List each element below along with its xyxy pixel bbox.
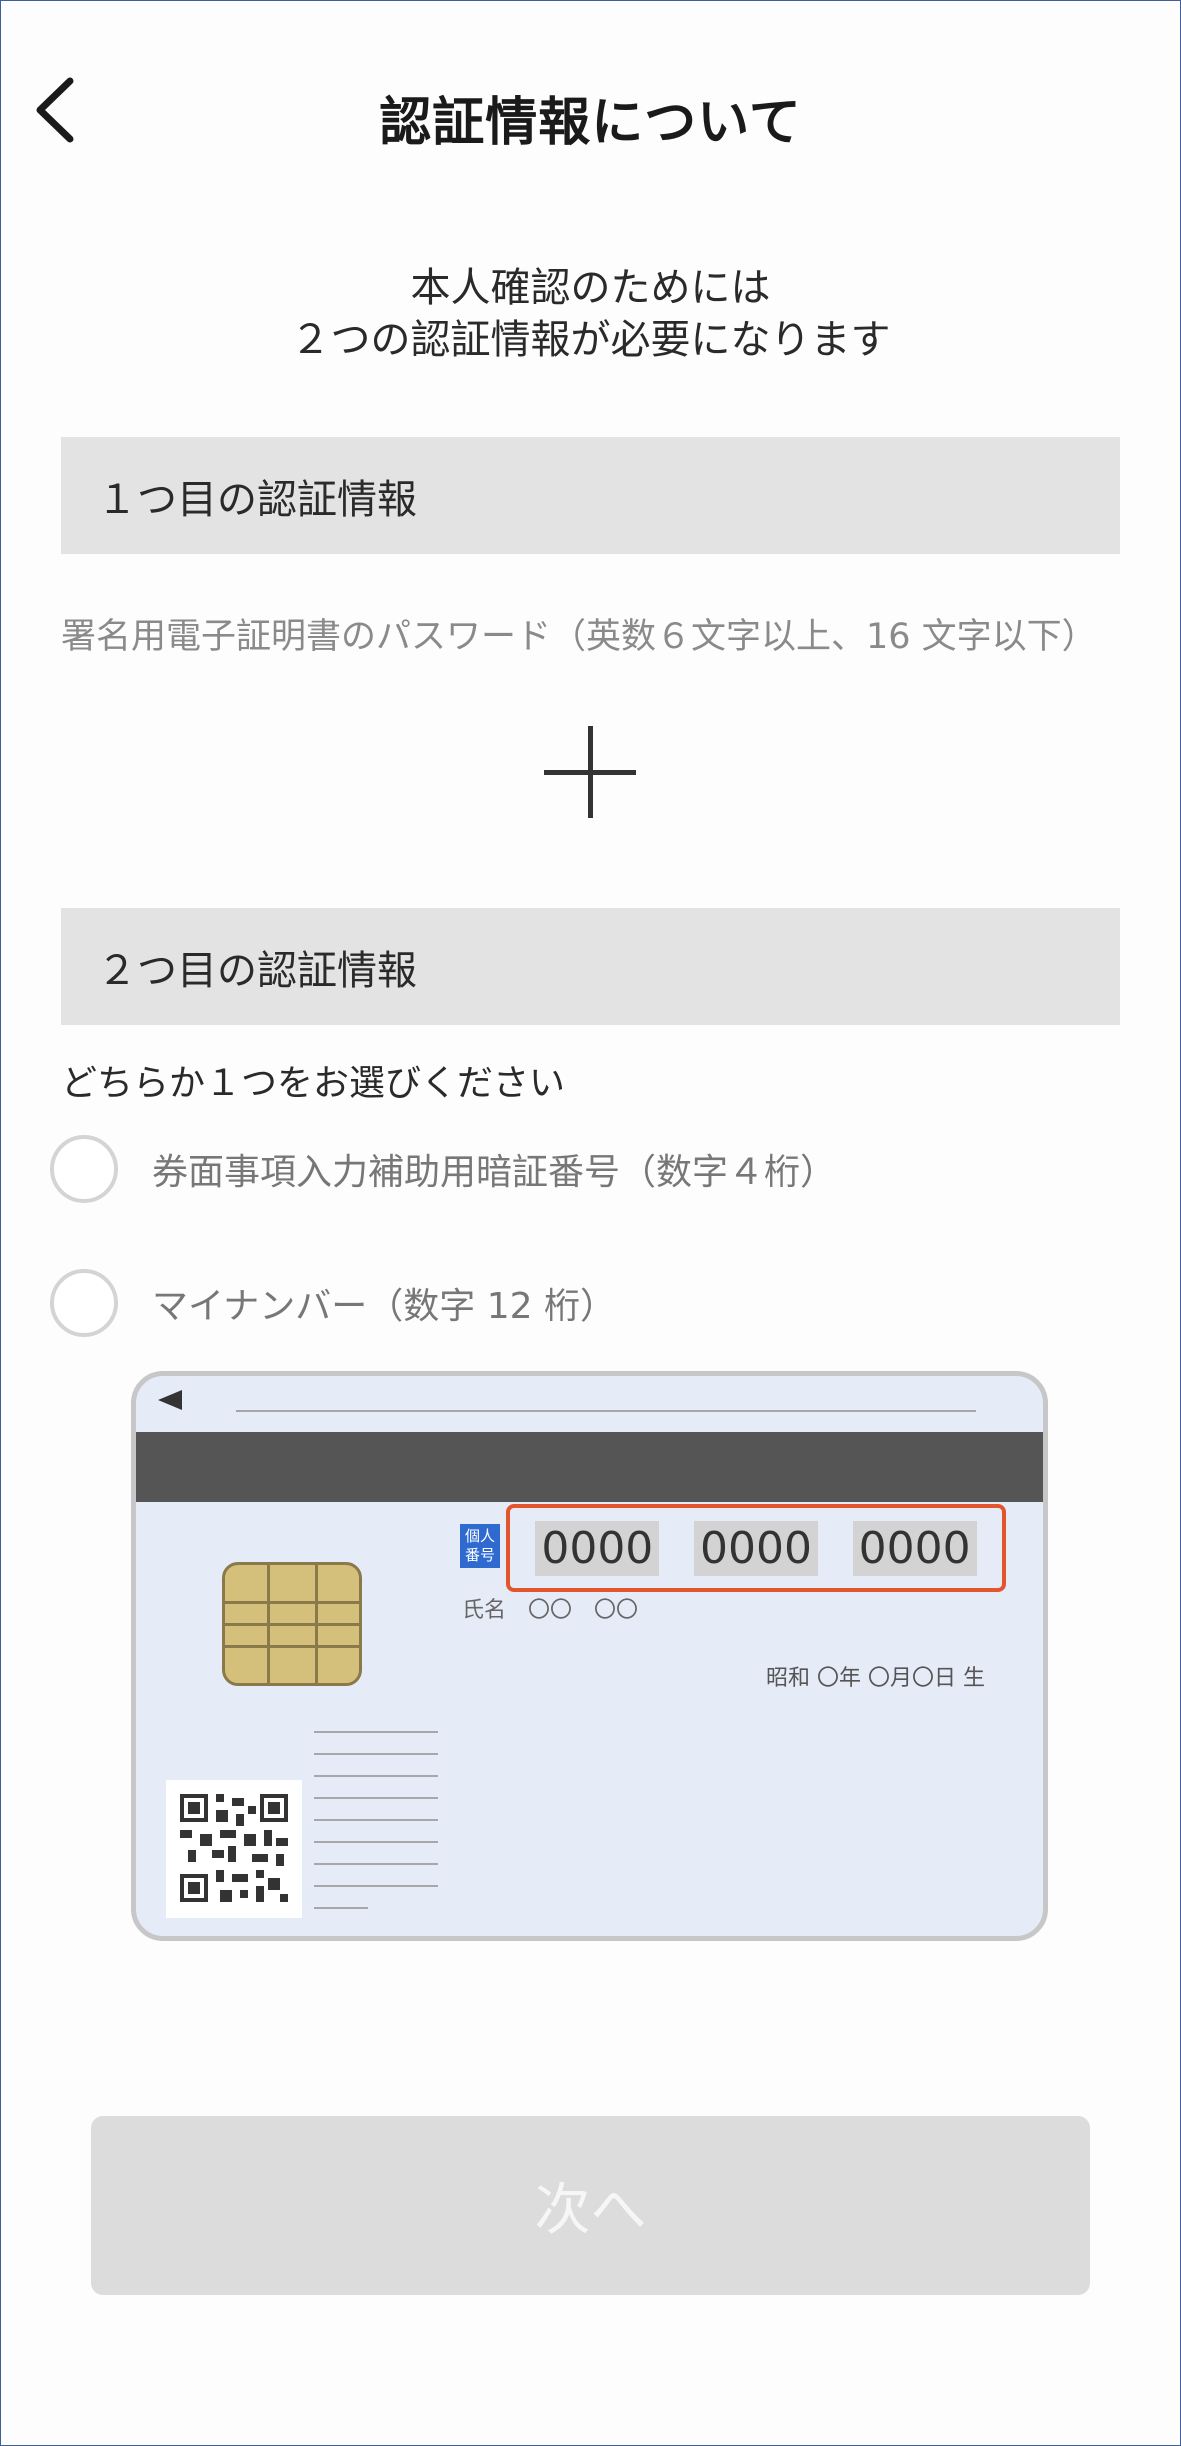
intro-line-1: 本人確認のためには [410, 265, 771, 311]
triangle-left-icon [158, 1390, 182, 1410]
qr-code-icon [166, 1780, 302, 1918]
card-number-highlight: 0000 0000 0000 [506, 1504, 1006, 1592]
number-segment: 0000 [852, 1520, 977, 1576]
option-pin-4-digit[interactable]: 券面事項入力補助用暗証番号（数字４桁） [50, 1135, 836, 1203]
badge-line-1: 個人 [464, 1527, 495, 1545]
number-segment: 0000 [535, 1520, 660, 1576]
page-title: 認証情報について [379, 93, 802, 153]
my-number-card-illustration: 個人 番号 0000 0000 0000 氏名 〇〇 〇〇 昭和 〇年 〇月〇日… [131, 1371, 1048, 1941]
card-name-field: 氏名 〇〇 〇〇 [462, 1598, 639, 1623]
number-segment: 0000 [693, 1520, 818, 1576]
card-text-lines [314, 1731, 438, 1929]
option-label: マイナンバー（数字 12 桁） [152, 1286, 616, 1327]
ic-chip-icon [222, 1562, 362, 1686]
screen-frame [0, 0, 1181, 2446]
radio-button[interactable] [50, 1269, 118, 1337]
badge-line-2: 番号 [464, 1546, 495, 1564]
intro-line-2: ２つの認証情報が必要になります [290, 317, 891, 363]
personal-number-badge: 個人 番号 [460, 1524, 500, 1568]
card-top-line [236, 1410, 976, 1412]
card-birthdate-field: 昭和 〇年 〇月〇日 生 [766, 1666, 985, 1691]
option-my-number[interactable]: マイナンバー（数字 12 桁） [50, 1269, 616, 1337]
plus-icon [544, 726, 636, 818]
option-label: 券面事項入力補助用暗証番号（数字４桁） [152, 1152, 837, 1193]
intro-text: 本人確認のためには ２つの認証情報が必要になります [0, 262, 1181, 366]
radio-button[interactable] [50, 1135, 118, 1203]
section-1-description: 署名用電子証明書のパスワード（英数６文字以上、16 文字以下） [61, 617, 1097, 657]
choose-one-prompt: どちらか１つをお選びください [61, 1063, 566, 1104]
magnetic-stripe [136, 1432, 1043, 1502]
section-1-heading: １つ目の認証情報 [61, 437, 1120, 554]
section-2-heading: ２つ目の認証情報 [61, 908, 1120, 1025]
next-button[interactable]: 次へ [91, 2116, 1090, 2295]
